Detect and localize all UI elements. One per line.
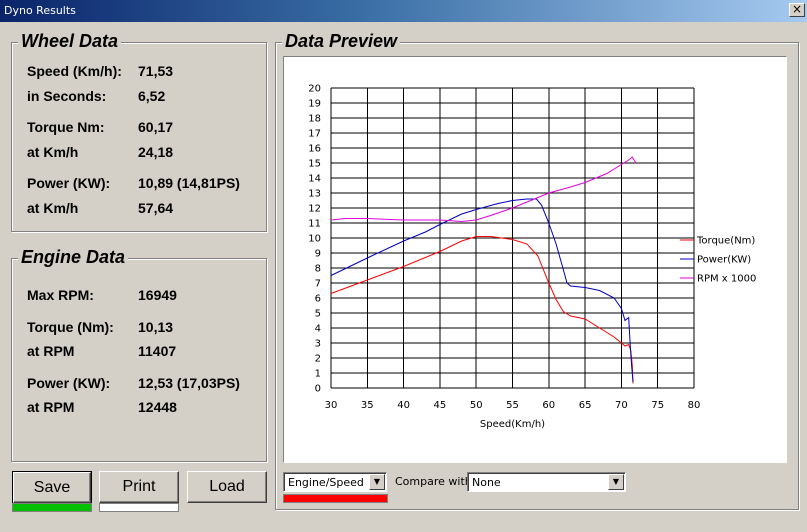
y-tick-label: 18: [308, 114, 321, 125]
y-tick-label: 15: [308, 159, 321, 170]
y-tick-label: 4: [315, 324, 321, 335]
print-button[interactable]: Print: [99, 471, 179, 503]
y-tick-label: 6: [315, 294, 321, 305]
chart-area: 0 1 2 3 4 5 6 7 8 9 10 11 12 13 14 15 16 17 18 19 20 30 35 40 45…: [283, 56, 787, 463]
engine-row-label: at RPM: [27, 343, 75, 359]
wheel-row-label: Power (KW):: [27, 175, 111, 191]
engine-row-value: 10,13: [138, 319, 174, 335]
close-button[interactable]: ×: [789, 3, 805, 17]
engine-row-value: 12,53 (17,03PS): [138, 375, 240, 391]
y-tick-label: 19: [308, 99, 321, 110]
y-tick-label: 7: [315, 279, 321, 290]
engine-row-label: Power (KW):: [27, 375, 111, 391]
mode-select-value: Engine/Speed: [288, 476, 364, 489]
legend-label: RPM x 1000: [697, 274, 756, 285]
wheel-row-label: in Seconds:: [27, 88, 107, 104]
y-tick-label: 14: [308, 174, 321, 185]
x-tick-label: 35: [361, 400, 374, 411]
window-title: Dyno Results: [4, 4, 76, 17]
mode-indicator-bar: [283, 494, 388, 503]
x-tick-label: 80: [688, 400, 701, 411]
print-status-bar: [99, 503, 179, 512]
engine-data-title: Engine Data: [18, 247, 129, 268]
wheel-row-value: 24,18: [138, 144, 174, 160]
wheel-row-label: at Km/h: [27, 200, 79, 216]
legend-label: Power(KW): [697, 255, 751, 266]
y-tick-label: 9: [315, 249, 321, 260]
engine-row-value: 12448: [138, 399, 177, 415]
x-tick-label: 75: [651, 400, 664, 411]
wheel-row-value: 10,89 (14,81PS): [138, 175, 240, 191]
data-preview-title: Data Preview: [282, 31, 401, 52]
mode-select[interactable]: Engine/Speed ▼: [283, 472, 387, 492]
dyno-chart: 0123456789101112131415161718192030 35 40 45…: [308, 84, 756, 431]
wheel-row-label: Torque Nm:: [27, 119, 105, 135]
wheel-data-title: Wheel Data: [18, 31, 122, 52]
y-tick-label: 8: [315, 264, 321, 275]
series-line: [330, 156, 637, 223]
engine-row-label: Max RPM:: [27, 287, 94, 303]
engine-row-label: at RPM: [27, 399, 75, 415]
x-tick-label: 70: [615, 400, 628, 411]
y-tick-label: 16: [308, 144, 321, 155]
y-tick-label: 2: [315, 354, 321, 365]
load-button[interactable]: Load: [187, 471, 267, 503]
title-bar: Dyno Results ×: [0, 0, 807, 22]
x-axis-label: Speed(Km/h): [480, 419, 545, 430]
save-status-bar: [12, 503, 92, 512]
engine-row-value: 16949: [138, 287, 177, 303]
y-tick-label: 11: [308, 219, 321, 230]
y-tick-label: 10: [308, 234, 321, 245]
series-line: [330, 236, 634, 384]
series-line: [330, 198, 634, 383]
y-tick-label: 13: [308, 189, 321, 200]
x-tick-label: 65: [579, 400, 592, 411]
x-tick-label: 45: [434, 400, 447, 411]
legend-label: Torque(Nm): [696, 236, 755, 247]
y-tick-label: 17: [308, 129, 321, 140]
wheel-row-value: 60,17: [138, 119, 174, 135]
wheel-row-value: 57,64: [138, 200, 174, 216]
save-button[interactable]: Save: [12, 471, 92, 504]
wheel-row-value: 6,52: [138, 88, 166, 104]
engine-row-value: 11407: [138, 343, 177, 359]
x-tick-label: 40: [397, 400, 410, 411]
x-tick-label: 30: [325, 400, 338, 411]
x-tick-label: 55: [506, 400, 519, 411]
y-tick-label: 3: [315, 339, 321, 350]
wheel-row-label: Speed (Km/h):: [27, 63, 122, 79]
y-tick-label: 5: [315, 309, 321, 320]
x-tick-label: 60: [542, 400, 555, 411]
y-tick-label: 0: [315, 384, 321, 395]
wheel-row-label: at Km/h: [27, 144, 79, 160]
compare-label: Compare with: [395, 475, 472, 488]
engine-row-label: Torque (Nm):: [27, 319, 114, 335]
compare-select-value: None: [472, 476, 501, 489]
y-tick-label: 20: [308, 84, 321, 95]
wheel-row-value: 71,53: [138, 63, 174, 79]
x-tick-label: 50: [470, 400, 483, 411]
chevron-down-icon[interactable]: ▼: [369, 474, 385, 490]
y-tick-label: 1: [315, 369, 321, 380]
y-tick-label: 12: [308, 204, 321, 215]
compare-select[interactable]: None ▼: [467, 472, 626, 492]
chevron-down-icon[interactable]: ▼: [608, 474, 624, 490]
